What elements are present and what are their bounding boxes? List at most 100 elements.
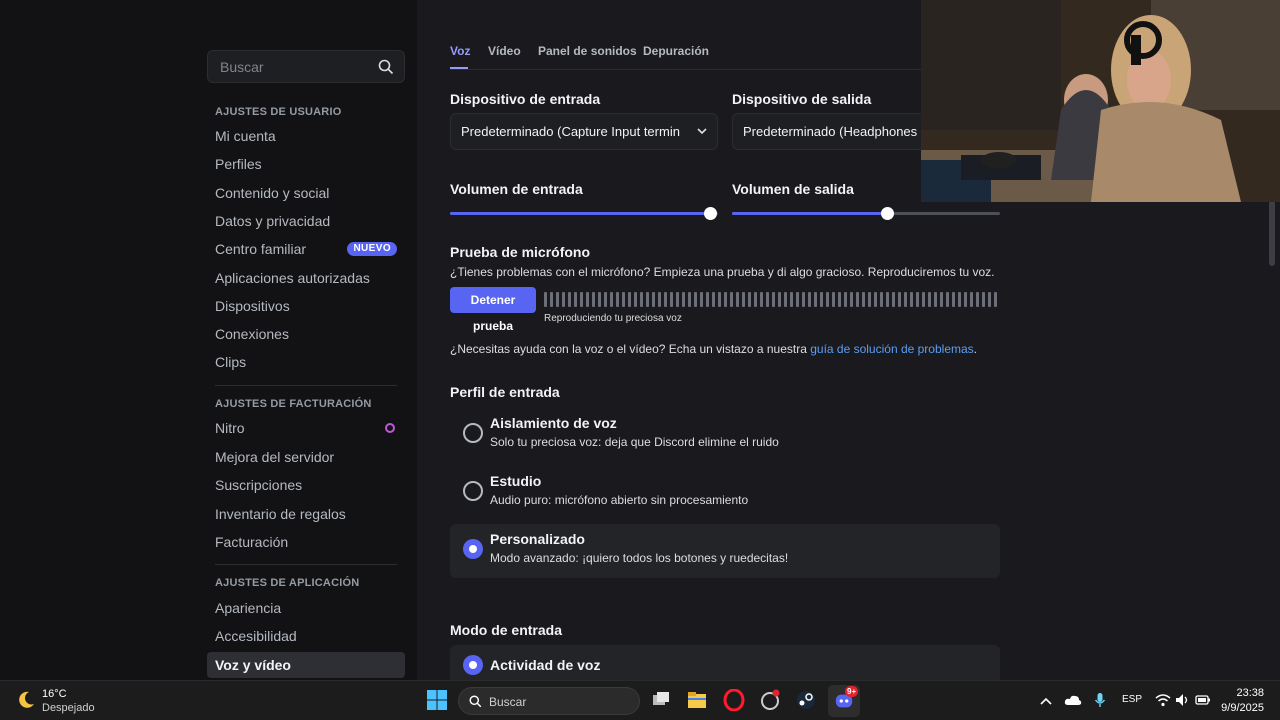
tab-voice[interactable]: Voz: [450, 44, 470, 58]
meter-bar: [610, 292, 613, 307]
weather-condition[interactable]: Despejado: [42, 702, 95, 714]
meter-bar: [994, 292, 997, 307]
radio-button[interactable]: [463, 481, 483, 501]
input-mode-title: Modo de entrada: [450, 622, 563, 638]
meter-bar: [802, 292, 805, 307]
radio-button-selected[interactable]: [463, 655, 483, 675]
moon-weather-icon: [19, 691, 34, 708]
meter-bar: [736, 292, 739, 307]
taskbar-search[interactable]: Buscar: [458, 687, 640, 715]
input-volume-fill: [450, 212, 710, 215]
sidebar-item-subscriptions[interactable]: Suscripciones: [207, 472, 405, 498]
sidebar-item-my-account[interactable]: Mi cuenta: [207, 123, 405, 149]
wifi-icon[interactable]: [1155, 693, 1171, 707]
search-icon: [469, 695, 482, 708]
sidebar-item-profiles[interactable]: Perfiles: [207, 151, 405, 177]
meter-bar: [856, 292, 859, 307]
sidebar-item-voice-video[interactable]: Voz y vídeo: [207, 652, 405, 678]
volume-icon[interactable]: [1175, 693, 1189, 707]
microphone-icon[interactable]: [1094, 692, 1106, 709]
option-title: Actividad de voz: [490, 657, 601, 673]
tab-soundboard[interactable]: Panel de sonidos: [538, 44, 637, 58]
sidebar-item-billing[interactable]: Facturación: [207, 529, 405, 555]
help-text: ¿Necesitas ayuda con la voz o el vídeo? …: [450, 342, 977, 356]
option-subtitle: Audio puro: micrófono abierto sin proces…: [490, 493, 749, 507]
sidebar-item-authorized-apps[interactable]: Aplicaciones autorizadas: [207, 265, 405, 291]
meter-bar: [784, 292, 787, 307]
profile-option-studio[interactable]: Estudio Audio puro: micrófono abierto si…: [450, 466, 1000, 520]
app-icon[interactable]: [759, 689, 781, 711]
meter-bar: [982, 292, 985, 307]
mode-option-voice-activity[interactable]: Actividad de voz: [450, 645, 1000, 680]
stop-test-button[interactable]: Detener prueba: [450, 287, 536, 333]
task-view-icon[interactable]: [650, 689, 672, 711]
meter-bar: [808, 292, 811, 307]
sidebar-item-content-social[interactable]: Contenido y social: [207, 180, 405, 206]
sidebar-item-data-privacy[interactable]: Datos y privacidad: [207, 208, 405, 234]
taskbar-time[interactable]: 23:38: [1236, 687, 1264, 699]
sidebar-divider: [215, 564, 397, 565]
meter-bar: [940, 292, 943, 307]
steam-icon[interactable]: [795, 689, 817, 711]
radio-button-selected[interactable]: [463, 539, 483, 559]
meter-bar: [574, 292, 577, 307]
meter-bar: [706, 292, 709, 307]
sidebar-item-nitro[interactable]: Nitro: [207, 415, 405, 441]
meter-bar: [598, 292, 601, 307]
meter-bar: [700, 292, 703, 307]
file-explorer-icon[interactable]: [686, 689, 708, 711]
sidebar-item-gift-inventory[interactable]: Inventario de regalos: [207, 501, 405, 527]
meter-bar: [712, 292, 715, 307]
sidebar-item-label: Centro familiar: [215, 241, 307, 257]
meter-bar: [556, 292, 559, 307]
radio-button[interactable]: [463, 423, 483, 443]
meter-bar: [964, 292, 967, 307]
meter-bar: [844, 292, 847, 307]
section-heading-user: AJUSTES DE USUARIO: [215, 106, 342, 118]
sidebar-item-appearance[interactable]: Apariencia: [207, 595, 405, 621]
sidebar-item-family-center[interactable]: Centro familiar NUEVO: [207, 236, 405, 262]
troubleshooting-link[interactable]: guía de solución de problemas: [810, 342, 973, 356]
taskbar-search-label: Buscar: [489, 695, 527, 709]
mic-level-meter: [544, 292, 1000, 307]
sidebar-item-connections[interactable]: Conexiones: [207, 321, 405, 347]
option-subtitle: Solo tu preciosa voz: deja que Discord e…: [490, 435, 779, 449]
sidebar-item-clips[interactable]: Clips: [207, 349, 405, 375]
option-title: Aislamiento de voz: [490, 415, 617, 431]
meter-bar: [850, 292, 853, 307]
sidebar-item-server-boost[interactable]: Mejora del servidor: [207, 444, 405, 470]
webcam-image: [921, 0, 1280, 202]
battery-icon[interactable]: [1195, 694, 1211, 706]
sidebar-search[interactable]: Buscar: [207, 50, 405, 83]
input-device-label: Dispositivo de entrada: [450, 91, 601, 107]
windows-start-icon[interactable]: [426, 689, 448, 711]
meter-bar: [718, 292, 721, 307]
output-volume-slider[interactable]: [732, 207, 1000, 220]
language-indicator[interactable]: ESP: [1122, 694, 1142, 705]
opera-icon[interactable]: [723, 689, 745, 711]
meter-bar: [946, 292, 949, 307]
tab-debug[interactable]: Depuración: [643, 44, 709, 58]
meter-bar: [676, 292, 679, 307]
onedrive-cloud-icon[interactable]: [1064, 693, 1082, 707]
new-badge: NUEVO: [347, 242, 397, 256]
tab-video[interactable]: Vídeo: [488, 44, 521, 58]
chevron-up-icon[interactable]: [1040, 696, 1052, 706]
meter-bar: [904, 292, 907, 307]
meter-bar: [688, 292, 691, 307]
discord-taskbar-button[interactable]: 9+: [828, 685, 860, 717]
output-volume-handle[interactable]: [881, 207, 894, 220]
profile-option-voice-isolation[interactable]: Aislamiento de voz Solo tu preciosa voz:…: [450, 408, 1000, 462]
meter-bar: [928, 292, 931, 307]
input-volume-handle[interactable]: [704, 207, 717, 220]
output-device-select[interactable]: Predeterminado (Headphones (: [732, 113, 932, 150]
sidebar-item-devices[interactable]: Dispositivos: [207, 293, 405, 319]
sidebar-item-accessibility[interactable]: Accesibilidad: [207, 623, 405, 649]
profile-option-custom[interactable]: Personalizado Modo avanzado: ¡quiero tod…: [450, 524, 1000, 578]
weather-temperature[interactable]: 16°C: [42, 688, 67, 700]
input-volume-slider[interactable]: [450, 207, 718, 220]
content-scrollbar[interactable]: [1269, 200, 1275, 266]
input-device-select[interactable]: Predeterminado (Capture Input termin: [450, 113, 718, 150]
taskbar-date[interactable]: 9/9/2025: [1221, 702, 1264, 714]
sidebar-item-label: Nitro: [215, 420, 245, 436]
